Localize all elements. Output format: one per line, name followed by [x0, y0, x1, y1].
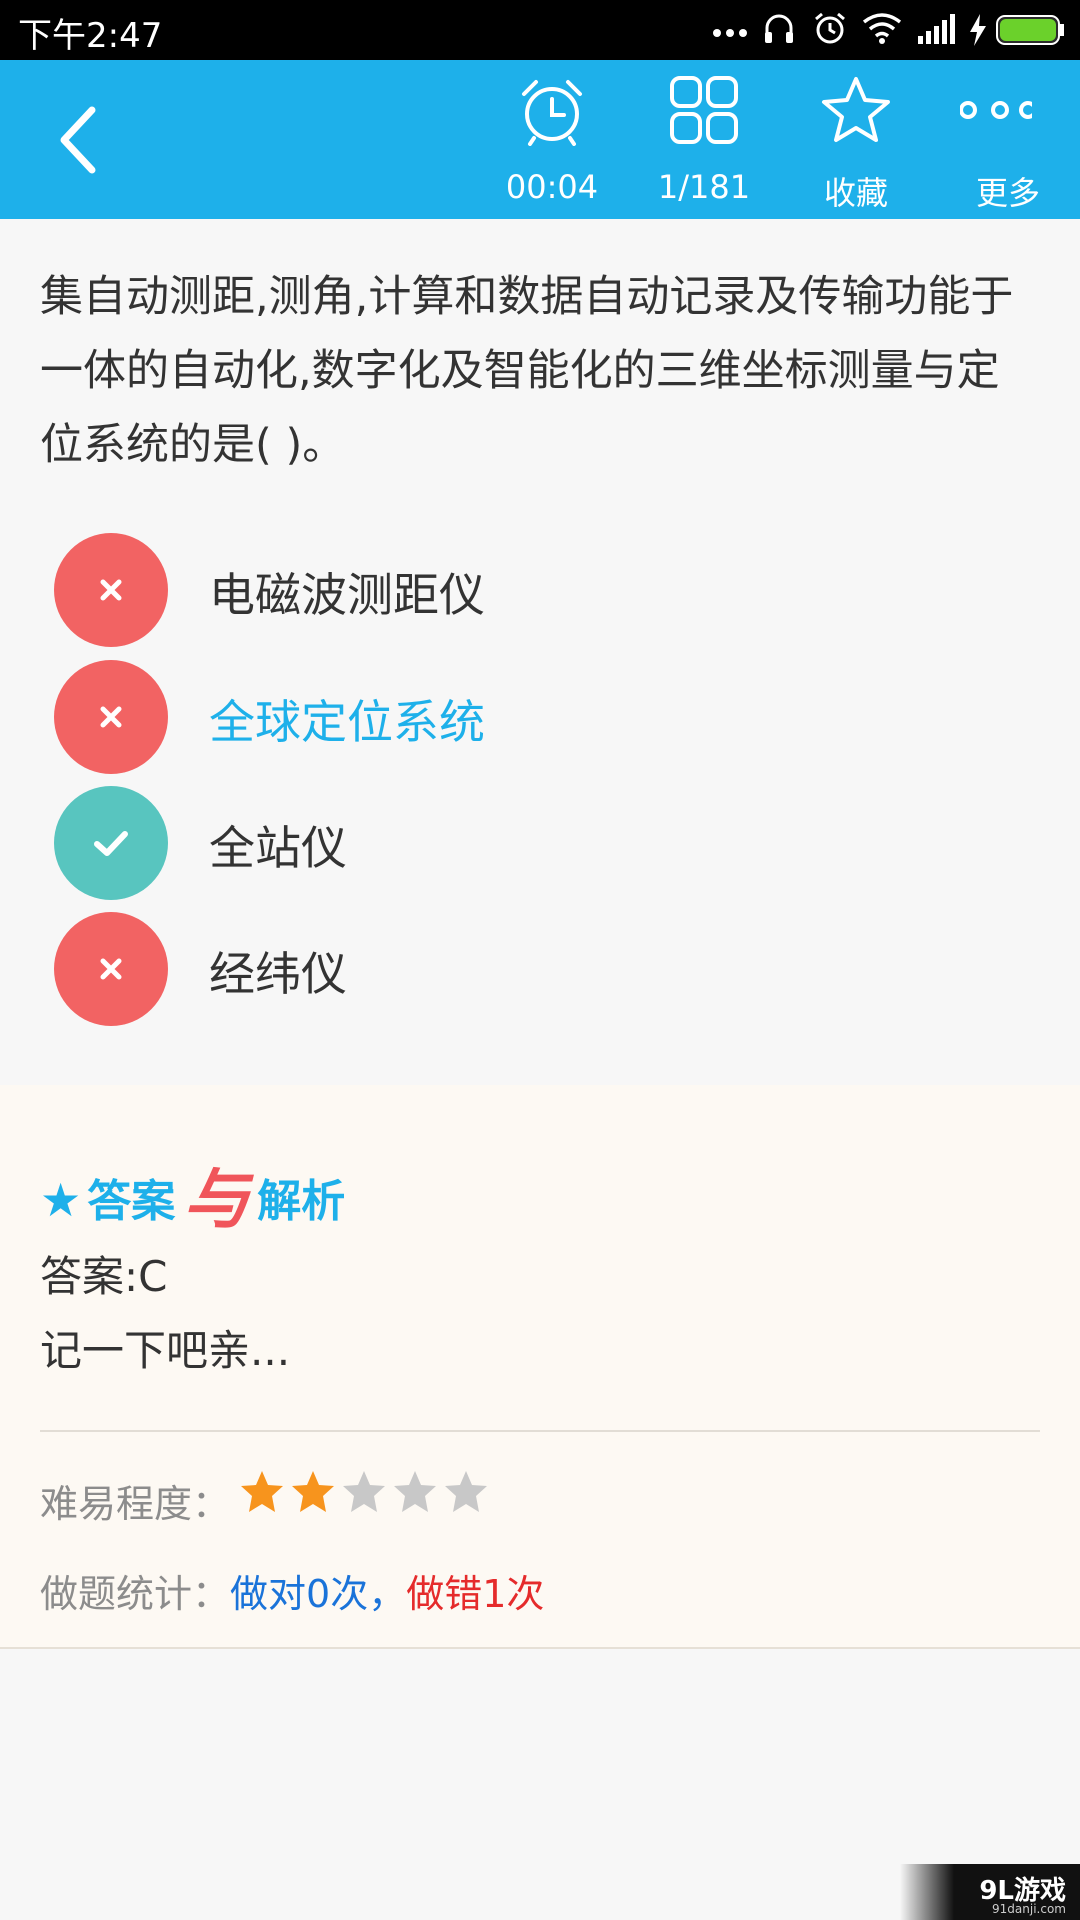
analysis-title-amp: 与: [183, 1161, 250, 1238]
answer-text: 答案:C: [40, 1252, 168, 1301]
analysis-title-explain: 解析: [257, 1176, 346, 1227]
wrong-mark: [54, 912, 168, 1026]
status-bar: 下午2:47: [0, 0, 1080, 60]
explanation-text: 记一下吧亲...: [40, 1326, 291, 1375]
more-button[interactable]: 更多: [933, 60, 1080, 219]
stats-separator: ，: [368, 1572, 407, 1616]
wrong-mark: [54, 533, 168, 647]
favorite-button[interactable]: 收藏: [781, 60, 931, 219]
stats-wrong-count: 做错1次: [406, 1572, 545, 1616]
wifi-icon: [862, 13, 902, 44]
cross-icon: [100, 579, 122, 601]
alarm-clock-icon: [522, 80, 582, 146]
watermark-url: 91danji.com: [992, 1902, 1066, 1916]
charging-icon: [970, 14, 986, 46]
option-d[interactable]: 经纬仪: [54, 912, 954, 1026]
stats-label: 做题统计：: [40, 1572, 231, 1616]
wrong-mark: [54, 660, 168, 774]
timer-label: 00:04: [505, 168, 599, 206]
option-a[interactable]: 电磁波测距仪: [54, 533, 954, 647]
signal-icon: [918, 14, 955, 44]
cross-icon: [100, 958, 122, 980]
star-filled-icon: [241, 1471, 283, 1512]
cross-icon: [100, 706, 122, 728]
option-b[interactable]: 全球定位系统: [54, 660, 954, 774]
more-dots-icon: [713, 29, 747, 37]
star-outline-icon: [822, 77, 890, 142]
option-c[interactable]: 全站仪: [54, 786, 954, 900]
grid-icon: [670, 76, 738, 144]
question-index-button[interactable]: 1/181: [629, 60, 779, 219]
status-time: 下午2:47: [18, 16, 163, 56]
question-text: 集自动测距,测角,计算和数据自动记录及传输功能于一体的自动化,数字化及智能化的三…: [40, 272, 1014, 470]
difficulty-label: 难易程度：: [40, 1482, 231, 1526]
more-label: 更多: [975, 174, 1040, 212]
progress-label: 1/181: [657, 168, 751, 206]
watermark: 9L游戏 91danji.com: [900, 1864, 1080, 1920]
star-filled-icon: [292, 1471, 334, 1512]
stats-row: 做题统计：做对0次，做错1次: [40, 1563, 544, 1618]
analysis-panel: ★ 答案与解析 答案:C 记一下吧亲... 难易程度： 做题统计：做对0次，做错1…: [0, 1085, 1080, 1649]
option-text: 经纬仪: [209, 947, 347, 1001]
analysis-title: ★ 答案与解析: [40, 1140, 345, 1238]
star-bullet-icon: ★: [40, 1173, 82, 1227]
back-button[interactable]: [40, 100, 120, 180]
alarm-icon: [815, 12, 845, 44]
star-empty-icon: [445, 1471, 487, 1512]
top-toolbar: 00:04 1/181 收藏 更多: [0, 60, 1080, 219]
star-empty-icon: [394, 1471, 436, 1512]
divider: [40, 1430, 1040, 1432]
more-horizontal-icon: [960, 101, 1032, 119]
analysis-title-answer: 答案: [87, 1176, 176, 1227]
battery-icon: [996, 15, 1064, 45]
check-icon: [94, 831, 128, 856]
stats-right-count: 做对0次: [230, 1572, 369, 1616]
star-empty-icon: [343, 1471, 385, 1512]
option-text-selected: 全球定位系统: [209, 695, 485, 749]
correct-mark: [54, 786, 168, 900]
headset-icon: [765, 14, 793, 43]
timer-button[interactable]: 00:04: [477, 60, 627, 219]
option-text: 电磁波测距仪: [209, 568, 485, 622]
favorite-label: 收藏: [823, 174, 888, 212]
option-text: 全站仪: [209, 821, 347, 875]
